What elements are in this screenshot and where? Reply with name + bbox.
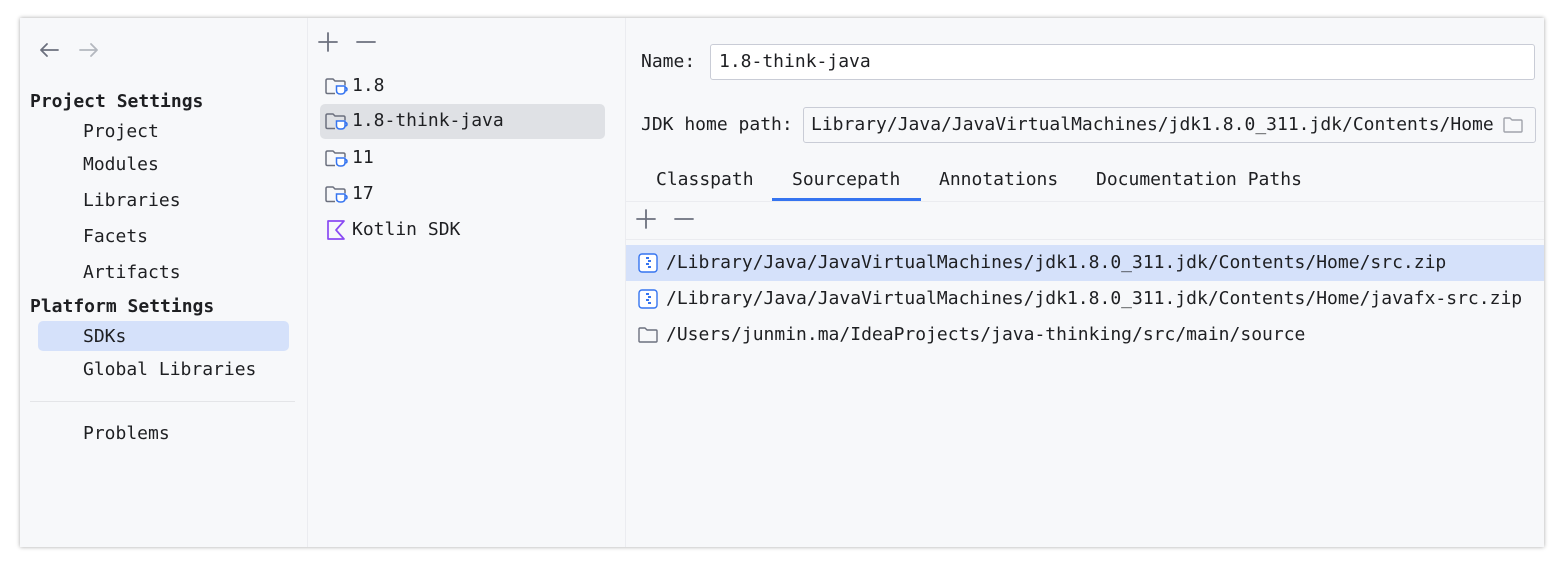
sidebar-item-libraries[interactable]: Libraries	[83, 189, 181, 213]
project-settings-heading: Project Settings	[30, 91, 204, 112]
tab-documentation-paths[interactable]: Documentation Paths	[1096, 168, 1302, 202]
sidebar-item-problems[interactable]: Problems	[83, 422, 170, 446]
archive-icon	[638, 253, 658, 273]
jdk-folder-icon	[324, 109, 348, 133]
kotlin-icon	[324, 218, 348, 242]
jdk-folder-icon	[324, 182, 348, 206]
sdk-item-1-8-think-java[interactable]: 1.8-think-java	[320, 104, 605, 139]
sidebar-divider	[30, 401, 295, 402]
platform-settings-heading: Platform Settings	[30, 296, 215, 317]
jdk-home-path-value: Library/Java/JavaVirtualMachines/jdk1.8.…	[811, 114, 1494, 135]
sidebar-item-artifacts[interactable]: Artifacts	[83, 261, 181, 285]
folder-icon	[638, 325, 658, 345]
sidebar-item-facets[interactable]: Facets	[83, 225, 148, 249]
sidebar-item-global-libraries[interactable]: Global Libraries	[83, 358, 256, 382]
plus-icon[interactable]	[316, 30, 340, 54]
list-item[interactable]: /Library/Java/JavaVirtualMachines/jdk1.8…	[626, 245, 1544, 281]
arrow-left-icon[interactable]	[38, 38, 60, 62]
sidebar-item-sdks[interactable]: SDKs	[83, 325, 126, 349]
sdk-item-label: 17	[352, 183, 374, 204]
list-item[interactable]: /Library/Java/JavaVirtualMachines/jdk1.8…	[626, 281, 1544, 317]
jdk-folder-icon	[324, 74, 348, 98]
folder-icon[interactable]	[1502, 114, 1524, 136]
tabs-divider	[626, 201, 1544, 202]
sdk-list-pane: 1.8 1.8-think-java 11 17 Kotlin SDK	[307, 18, 626, 547]
jdk-home-path-label: JDK home path:	[641, 114, 793, 135]
tab-sourcepath[interactable]: Sourcepath	[792, 168, 900, 202]
sidebar-item-modules[interactable]: Modules	[83, 153, 159, 177]
name-label: Name:	[641, 51, 696, 72]
jdk-home-path-field[interactable]: Library/Java/JavaVirtualMachines/jdk1.8.…	[803, 107, 1536, 143]
path-text: /Library/Java/JavaVirtualMachines/jdk1.8…	[666, 252, 1447, 273]
sidebar-selection-highlight	[38, 321, 289, 351]
sidebar-item-project[interactable]: Project	[83, 120, 159, 144]
list-item[interactable]: /Users/junmin.ma/IdeaProjects/java-think…	[626, 317, 1544, 353]
sdk-item-11[interactable]: 11	[320, 141, 607, 175]
sdk-item-label: Kotlin SDK	[352, 219, 461, 240]
sdk-item-label: 11	[352, 147, 374, 168]
archive-icon	[638, 289, 658, 309]
toolbar-divider	[626, 239, 1544, 240]
jdk-folder-icon	[324, 146, 348, 170]
name-field-value: 1.8-think-java	[719, 51, 871, 72]
sdk-item-label: 1.8-think-java	[352, 110, 504, 131]
minus-icon[interactable]	[354, 30, 378, 54]
sdk-item-kotlin-sdk[interactable]: Kotlin SDK	[320, 213, 607, 247]
path-text: /Users/junmin.ma/IdeaProjects/java-think…	[666, 324, 1306, 345]
path-text: /Library/Java/JavaVirtualMachines/jdk1.8…	[666, 288, 1523, 309]
minus-icon[interactable]	[672, 207, 696, 231]
sdk-item-label: 1.8	[352, 75, 385, 96]
name-field[interactable]: 1.8-think-java	[710, 44, 1535, 80]
tab-classpath[interactable]: Classpath	[656, 168, 754, 202]
plus-icon[interactable]	[634, 207, 658, 231]
project-structure-dialog: Project Settings Project Modules Librari…	[20, 18, 1544, 547]
tab-annotations[interactable]: Annotations	[939, 168, 1058, 202]
settings-sidebar: Project Settings Project Modules Librari…	[20, 18, 307, 547]
arrow-right-icon[interactable]	[78, 38, 100, 62]
sdk-details-pane: Name: 1.8-think-java JDK home path: Libr…	[625, 18, 1544, 547]
sdk-item-17[interactable]: 17	[320, 177, 607, 211]
sdk-item-1-8[interactable]: 1.8	[320, 69, 607, 103]
